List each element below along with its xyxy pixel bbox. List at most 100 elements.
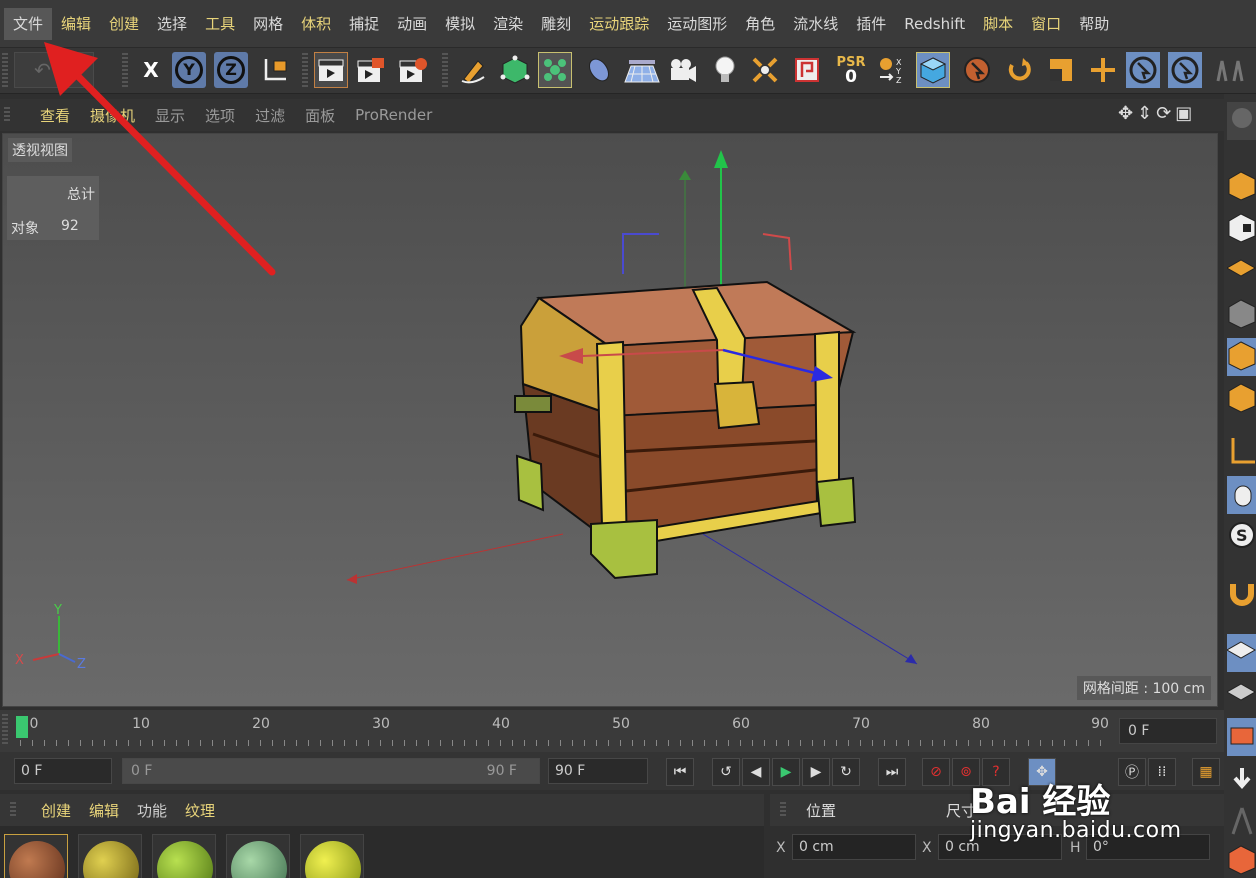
scale-button[interactable]: [1044, 52, 1078, 88]
viewport-menu-camera[interactable]: 摄像机: [80, 105, 145, 126]
go-to-start-button[interactable]: ⏮: [666, 758, 694, 786]
layout-button[interactable]: [1225, 676, 1256, 714]
menu-mograph[interactable]: 运动图形: [658, 8, 736, 40]
points-mode-button[interactable]: [1227, 296, 1256, 334]
coordinate-system-button[interactable]: [258, 52, 292, 88]
render-to-picture-viewer-button[interactable]: [354, 52, 388, 88]
render-settings-button[interactable]: [396, 52, 430, 88]
next-key-button[interactable]: ↻: [832, 758, 860, 786]
symmetry-button[interactable]: [1210, 52, 1250, 88]
undo-button[interactable]: ↶ ↷: [14, 52, 94, 88]
frame-ruler[interactable]: 0 10 20 30 40 50 60 70 80 90: [14, 710, 1114, 752]
menu-window[interactable]: 窗口: [1022, 8, 1070, 40]
polygons-mode-button[interactable]: [1227, 380, 1256, 418]
record-active-button[interactable]: ⊘: [922, 758, 950, 786]
material-swatch-sage[interactable]: [226, 834, 290, 878]
playhead[interactable]: [16, 716, 28, 738]
selection-filter-button[interactable]: [1168, 52, 1202, 88]
perspective-viewport[interactable]: 透视视图 总计 对象 92 Y X Z 网格间距: 100 cm: [2, 133, 1218, 707]
orbit-icon[interactable]: ⟳: [1156, 103, 1171, 124]
psr-button[interactable]: PSR 0: [832, 52, 870, 88]
material-swatch-wood[interactable]: [4, 834, 68, 878]
menu-pipeline[interactable]: 流水线: [784, 8, 847, 40]
next-frame-button[interactable]: ▶: [802, 758, 830, 786]
material-swatch-yellow[interactable]: [300, 834, 364, 878]
menu-create[interactable]: 创建: [100, 8, 148, 40]
menu-script[interactable]: 脚本: [974, 8, 1022, 40]
lock-y-button[interactable]: Y: [172, 52, 206, 88]
timeline-grip[interactable]: [2, 714, 8, 746]
viewport-solo-button[interactable]: [1227, 102, 1256, 140]
previous-frame-button[interactable]: ◀: [742, 758, 770, 786]
viewport-grip[interactable]: [4, 107, 10, 123]
material-menu-texture[interactable]: 纹理: [176, 800, 224, 821]
viewport-menu-view[interactable]: 查看: [30, 105, 80, 126]
extra-tool-button[interactable]: [1227, 842, 1256, 878]
live-select-button[interactable]: [960, 52, 994, 88]
toolbar-grip[interactable]: [302, 53, 308, 89]
menu-select[interactable]: 选择: [148, 8, 196, 40]
pan-icon[interactable]: ✥: [1118, 103, 1133, 124]
previous-key-button[interactable]: ↺: [712, 758, 740, 786]
menu-mesh[interactable]: 网格: [244, 8, 292, 40]
light-button[interactable]: [708, 52, 742, 88]
preview-start-field[interactable]: 0 F: [14, 758, 112, 784]
selection-tool-button[interactable]: [1126, 52, 1160, 88]
cloner-button[interactable]: [538, 52, 572, 88]
xyz-button[interactable]: XYZ: [874, 52, 908, 88]
menu-simulate[interactable]: 模拟: [436, 8, 484, 40]
menu-snap[interactable]: 捕捉: [340, 8, 388, 40]
coordinates-grip[interactable]: [780, 802, 786, 818]
timeline-ruler[interactable]: 0 10 20 30 40 50 60 70 80 90 0 F: [0, 710, 1224, 752]
workplane-button[interactable]: [1225, 252, 1256, 290]
material-menu-create[interactable]: 创建: [32, 800, 80, 821]
lock-z-button[interactable]: Z: [214, 52, 248, 88]
tags-button[interactable]: [790, 52, 824, 88]
effector-button[interactable]: [748, 52, 782, 88]
snap-button[interactable]: S: [1227, 518, 1256, 556]
magnet-button[interactable]: [1227, 574, 1256, 612]
camera-button[interactable]: [666, 52, 700, 88]
material-grip[interactable]: [10, 802, 16, 818]
material-swatch-lime[interactable]: [152, 834, 216, 878]
menu-help[interactable]: 帮助: [1070, 8, 1118, 40]
material-menu-edit[interactable]: 编辑: [80, 800, 128, 821]
toolbar-grip[interactable]: [122, 53, 128, 89]
viewport-menu-filter[interactable]: 过滤: [245, 105, 295, 126]
folder-button[interactable]: [1227, 718, 1256, 756]
model-mode-button[interactable]: [916, 52, 950, 88]
preview-end-field[interactable]: 90 F: [548, 758, 648, 784]
menu-file[interactable]: 文件: [4, 7, 53, 40]
deformer-button[interactable]: [582, 52, 616, 88]
toolbar-grip[interactable]: [442, 53, 448, 89]
play-button[interactable]: ▶: [772, 758, 800, 786]
material-menu-function[interactable]: 功能: [128, 800, 176, 821]
texture-mode-button[interactable]: [1227, 210, 1256, 248]
edges-mode-button[interactable]: [1227, 338, 1256, 376]
subdivision-button[interactable]: [498, 52, 532, 88]
lock-x-button[interactable]: X: [134, 52, 168, 88]
toolbar-grip[interactable]: [2, 53, 8, 89]
menu-render[interactable]: 渲染: [484, 8, 532, 40]
menu-edit[interactable]: 编辑: [52, 8, 100, 40]
pen-tool-button[interactable]: [456, 52, 490, 88]
viewport-menu-panel[interactable]: 面板: [295, 105, 345, 126]
preview-range-slider[interactable]: 0 F 90 F: [122, 758, 540, 784]
menu-volume[interactable]: 体积: [292, 8, 340, 40]
move-button[interactable]: [1086, 52, 1120, 88]
render-view-button[interactable]: [314, 52, 348, 88]
rotate-button[interactable]: [1002, 52, 1036, 88]
menu-animate[interactable]: 动画: [388, 8, 436, 40]
viewport-menu-display[interactable]: 显示: [145, 105, 195, 126]
floor-button[interactable]: [622, 52, 662, 88]
menu-plugins[interactable]: 插件: [847, 8, 895, 40]
make-editable-button[interactable]: [1227, 168, 1256, 206]
menu-character[interactable]: 角色: [736, 8, 784, 40]
material-swatch-gold[interactable]: [78, 834, 142, 878]
sculpt-button[interactable]: [1227, 804, 1256, 842]
menu-motion-tracking[interactable]: 运动跟踪: [580, 8, 658, 40]
go-to-end-button[interactable]: ⏭: [878, 758, 906, 786]
download-button[interactable]: [1227, 762, 1256, 800]
axis-mode-button[interactable]: [1227, 434, 1256, 472]
menu-tools[interactable]: 工具: [196, 8, 244, 40]
